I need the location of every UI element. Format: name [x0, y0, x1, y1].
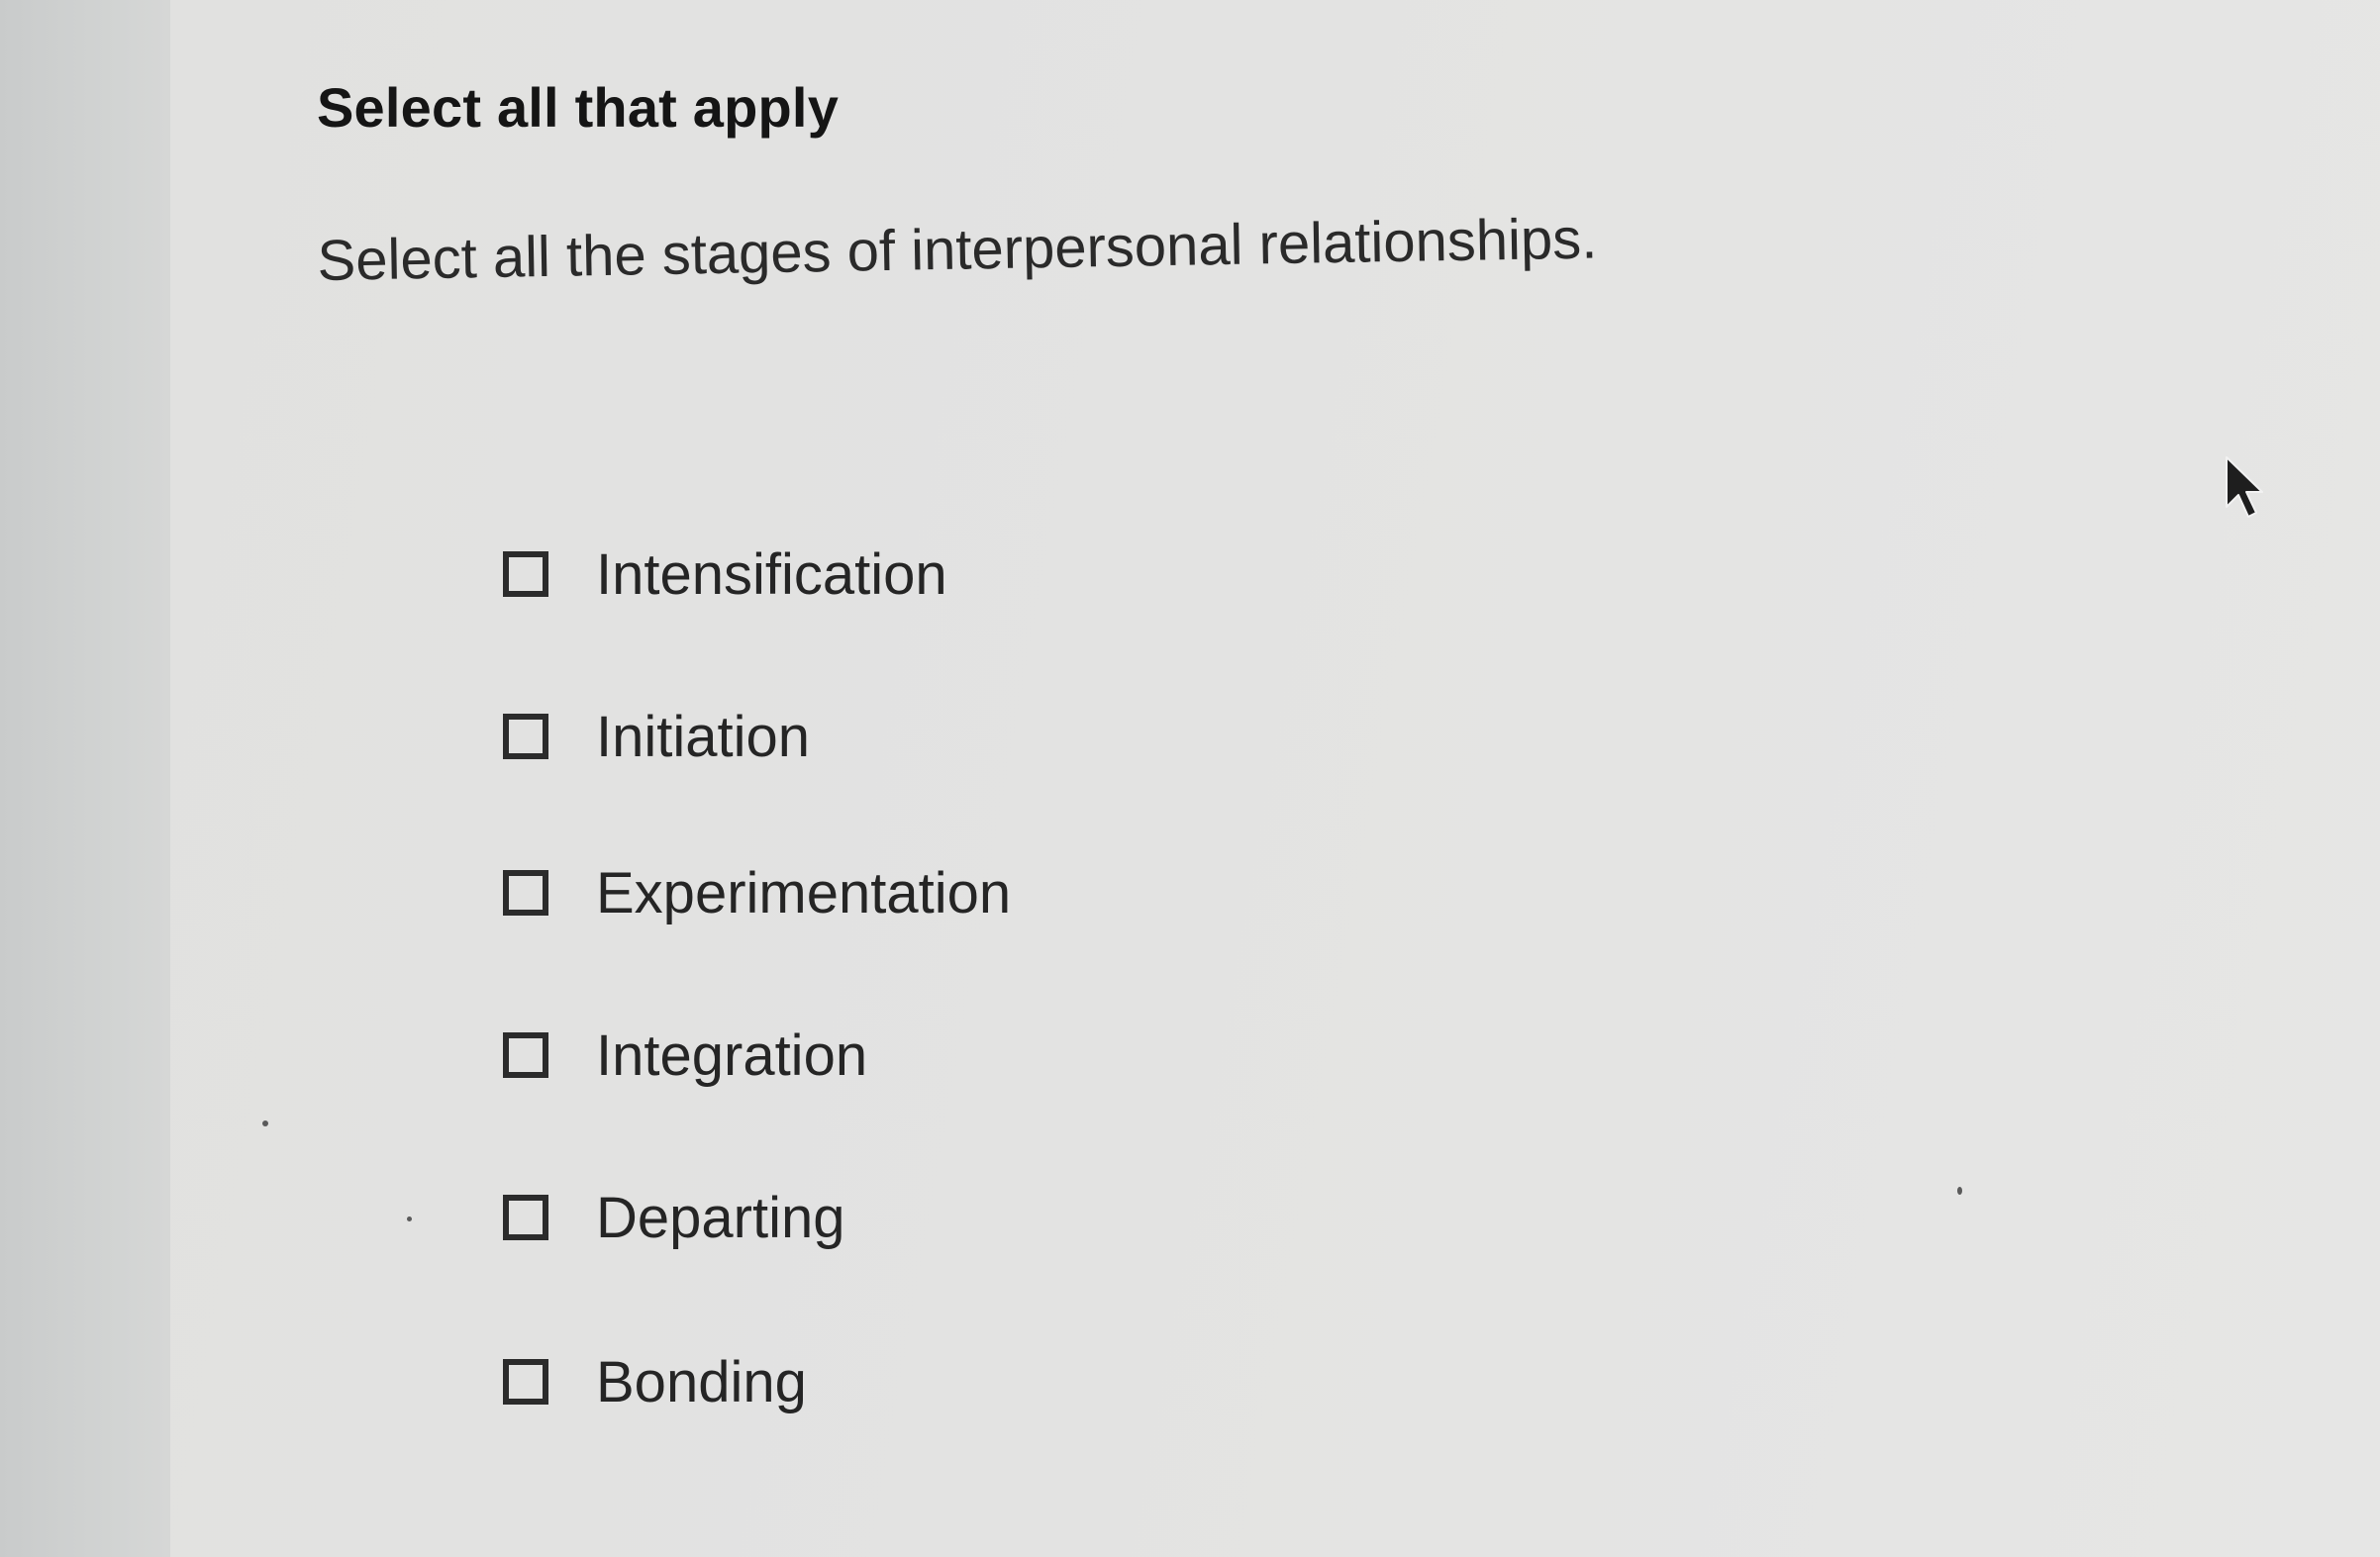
dust-speck — [1957, 1187, 1962, 1195]
option-departing[interactable]: Departing — [503, 1178, 844, 1257]
option-initiation[interactable]: Initiation — [503, 697, 810, 776]
option-label[interactable]: Intensification — [596, 541, 947, 608]
option-integration[interactable]: Integration — [503, 1016, 867, 1095]
option-label[interactable]: Departing — [596, 1185, 844, 1251]
checkbox-unchecked-icon[interactable] — [503, 1359, 548, 1405]
checkbox-unchecked-icon[interactable] — [503, 870, 548, 916]
dust-speck — [407, 1216, 412, 1221]
checkbox-unchecked-icon[interactable] — [503, 1195, 548, 1240]
checkbox-unchecked-icon[interactable] — [503, 1032, 548, 1078]
question-type-heading: Select all that apply — [317, 76, 840, 139]
option-intensification[interactable]: Intensification — [503, 535, 947, 614]
option-label[interactable]: Bonding — [596, 1349, 807, 1415]
option-bonding[interactable]: Bonding — [503, 1342, 807, 1421]
screen: Select all that apply Select all the sta… — [0, 0, 2380, 1557]
checkbox-unchecked-icon[interactable] — [503, 714, 548, 759]
dust-speck — [262, 1120, 268, 1126]
option-label[interactable]: Initiation — [596, 704, 810, 770]
left-margin — [0, 0, 170, 1557]
option-label[interactable]: Integration — [596, 1022, 867, 1089]
mouse-pointer-icon — [2226, 456, 2263, 518]
option-label[interactable]: Experimentation — [596, 860, 1011, 926]
option-experimentation[interactable]: Experimentation — [503, 853, 1011, 932]
checkbox-unchecked-icon[interactable] — [503, 551, 548, 597]
